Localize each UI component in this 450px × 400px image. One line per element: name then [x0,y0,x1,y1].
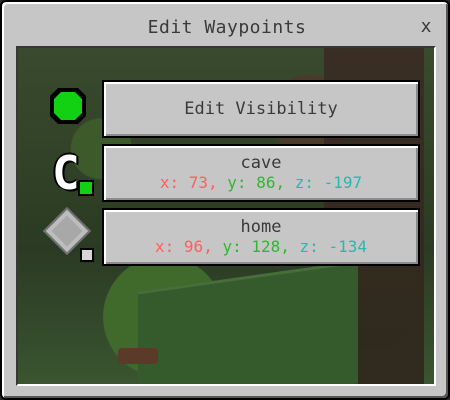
x-value: 73, [188,173,218,192]
close-icon[interactable]: x [416,16,436,37]
grass-block-background [138,260,358,384]
diamond-waypoint-icon [40,206,96,266]
z-value: -134 [328,237,367,256]
y-label: y: [227,173,247,192]
edit-visibility-button[interactable]: Edit Visibility [102,80,420,138]
y-value: 86, [256,173,286,192]
z-label: z: [294,173,314,192]
waypoint-coordinates: x: 96, y: 128, z: -134 [155,237,367,257]
letter-c-glyph: C [52,146,80,200]
waypoint-button-home[interactable]: home x: 96, y: 128, z: -134 [102,208,420,266]
x-label: x: [155,237,175,256]
y-label: y: [222,237,242,256]
dialog-title: Edit Waypoints [147,16,307,38]
z-label: z: [299,237,319,256]
waypoint-button-cave[interactable]: cave x: 73, y: 86, z: -197 [102,144,420,202]
world-background: Edit Visibility C cave x: 73, y: 86, z: … [16,46,436,386]
letter-c-waypoint-icon: C [40,144,96,202]
y-value: 128, [251,237,290,256]
x-value: 96, [183,237,213,256]
waypoint-coordinates: x: 73, y: 86, z: -197 [160,173,362,193]
edit-waypoints-dialog: Edit Waypoints x Edit Visibility C cave … [0,0,450,400]
dirt-patch-background [118,348,158,364]
waypoint-name: home [240,217,282,237]
z-value: -197 [323,173,363,192]
gray-color-dot-icon [80,248,94,262]
green-dot-visibility-icon [40,80,96,138]
edit-visibility-label: Edit Visibility [184,99,338,119]
waypoint-name: cave [240,153,282,173]
x-label: x: [159,173,180,192]
green-color-dot-icon [78,180,94,196]
